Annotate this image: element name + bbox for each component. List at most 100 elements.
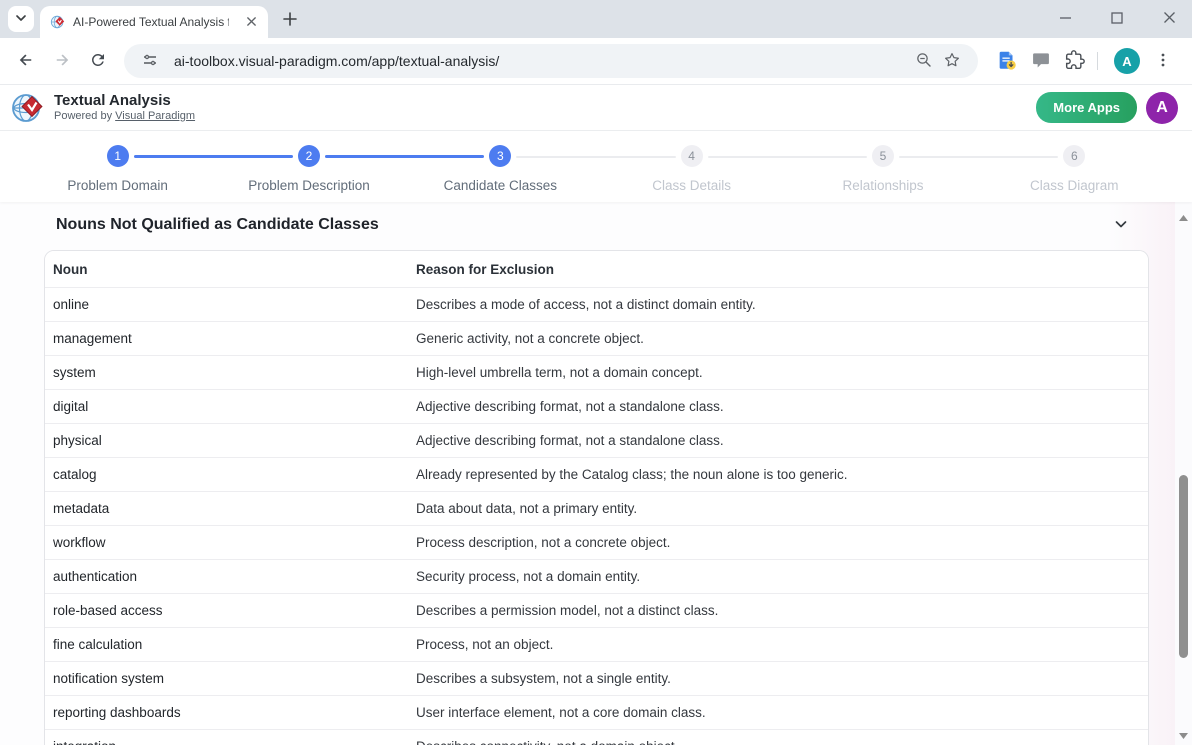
feedback-button[interactable] [1024,44,1058,78]
tab-close-button[interactable] [242,13,260,31]
triangle-up-icon [1179,208,1188,226]
reason-cell: Security process, not a domain entity. [408,560,1148,593]
noun-cell: catalog [45,458,408,491]
app-header: Textual Analysis Powered by Visual Parad… [0,85,1192,131]
table-row: role-based accessDescribes a permission … [45,594,1148,628]
tab-list-button[interactable] [8,6,34,32]
forward-button[interactable] [44,43,80,79]
zoom-indicator-button[interactable] [910,47,938,75]
tune-icon [142,52,158,71]
address-bar[interactable]: ai-toolbox.visual-paradigm.com/app/textu… [124,44,978,78]
table-row: digitalAdjective describing format, not … [45,390,1148,424]
reload-icon [89,51,107,72]
stepper-step-candidate-classes[interactable]: 3Candidate Classes [405,131,596,202]
new-tab-button[interactable] [276,6,304,34]
minimize-icon [1059,11,1072,27]
document-download-icon [996,49,1018,74]
section-title: Nouns Not Qualified as Candidate Classes [56,216,379,234]
plus-icon [283,12,297,29]
reason-cell: Process, not an object. [408,628,1148,661]
noun-cell: management [45,322,408,355]
app-user-avatar[interactable]: A [1146,92,1178,124]
stepper-step-problem-description[interactable]: 2Problem Description [213,131,404,202]
maximize-button[interactable] [1104,6,1130,32]
step-number: 1 [107,145,129,167]
table-row: onlineDescribes a mode of access, not a … [45,288,1148,322]
more-apps-button[interactable]: More Apps [1036,92,1137,123]
reason-cell: Adjective describing format, not a stand… [408,390,1148,423]
scroll-down-button[interactable] [1175,726,1192,743]
minimize-button[interactable] [1052,6,1078,32]
docs-offline-button[interactable] [990,44,1024,78]
scroll-up-button[interactable] [1175,208,1192,225]
table-row: authenticationSecurity process, not a do… [45,560,1148,594]
reason-cell: Describes a mode of access, not a distin… [408,288,1148,321]
stepper-step-class-details[interactable]: 4 Class Details [596,131,787,202]
browser-profile-avatar[interactable]: A [1114,48,1140,74]
stepper-step-class-diagram[interactable]: 6 Class Diagram [979,131,1170,202]
powered-by-prefix: Powered by [54,110,112,122]
triangle-down-icon [1179,726,1188,744]
close-window-button[interactable] [1156,6,1182,32]
noun-cell: authentication [45,560,408,593]
main-content: Nouns Not Qualified as Candidate Classes… [0,202,1192,745]
browser-tab[interactable]: AI-Powered Textual Analysis for [40,6,268,38]
noun-cell: system [45,356,408,389]
extensions-button[interactable] [1058,44,1092,78]
noun-cell: integration [45,730,408,745]
site-favicon-icon [50,14,66,30]
star-icon [943,51,961,72]
table-row: systemHigh-level umbrella term, not a do… [45,356,1148,390]
table-row: integrationDescribes connectivity, not a… [45,730,1148,745]
visual-paradigm-logo-icon [10,90,46,126]
tab-title: AI-Powered Textual Analysis for [73,15,229,29]
close-icon [246,15,257,30]
browser-tab-strip: AI-Powered Textual Analysis for [0,0,1192,38]
table-row: reporting dashboardsUser interface eleme… [45,696,1148,730]
scrollbar-thumb[interactable] [1179,475,1188,658]
step-label: Class Diagram [1030,178,1119,193]
app-title-block: Textual Analysis Powered by Visual Parad… [54,92,195,123]
avatar-letter: A [1156,99,1168,117]
chevron-down-icon [1114,217,1128,234]
url-text[interactable]: ai-toolbox.visual-paradigm.com/app/textu… [174,53,910,69]
page-scrollbar[interactable] [1175,202,1192,745]
reason-cell: Data about data, not a primary entity. [408,492,1148,525]
puzzle-piece-icon [1065,50,1085,73]
table-row: fine calculationProcess, not an object. [45,628,1148,662]
window-controls [1052,0,1182,38]
avatar-letter: A [1122,54,1131,69]
column-header-reason: Reason for Exclusion [408,251,1148,287]
back-arrow-icon [17,51,35,72]
browser-toolbar: ai-toolbox.visual-paradigm.com/app/textu… [0,38,1192,85]
table-row: physicalAdjective describing format, not… [45,424,1148,458]
powered-by-text: Powered by Visual Paradigm [54,109,195,123]
toolbar-divider [1097,52,1098,70]
noun-cell: physical [45,424,408,457]
visual-paradigm-link[interactable]: Visual Paradigm [115,110,195,122]
site-info-button[interactable] [136,47,164,75]
step-number: 4 [681,145,703,167]
table-header-row: Noun Reason for Exclusion [45,251,1148,288]
bookmark-button[interactable] [938,47,966,75]
reason-cell: Already represented by the Catalog class… [408,458,1148,491]
reload-button[interactable] [80,43,116,79]
reason-cell: Process description, not a concrete obje… [408,526,1148,559]
back-button[interactable] [8,43,44,79]
nouns-table: Noun Reason for Exclusion onlineDescribe… [44,250,1149,745]
browser-menu-button[interactable] [1146,44,1180,78]
zoom-out-icon [915,51,933,72]
step-number: 6 [1063,145,1085,167]
step-label: Class Details [652,178,731,193]
step-label: Problem Domain [67,178,168,193]
section-collapse-button[interactable] [1110,214,1132,236]
reason-cell: Describes a permission model, not a dist… [408,594,1148,627]
reason-cell: Adjective describing format, not a stand… [408,424,1148,457]
step-number: 5 [872,145,894,167]
stepper-step-problem-domain[interactable]: 1 Problem Domain [22,131,213,202]
noun-cell: metadata [45,492,408,525]
maximize-icon [1111,12,1123,27]
table-row: managementGeneric activity, not a concre… [45,322,1148,356]
stepper-step-relationships[interactable]: 5Relationships [787,131,978,202]
step-label: Candidate Classes [444,178,557,193]
